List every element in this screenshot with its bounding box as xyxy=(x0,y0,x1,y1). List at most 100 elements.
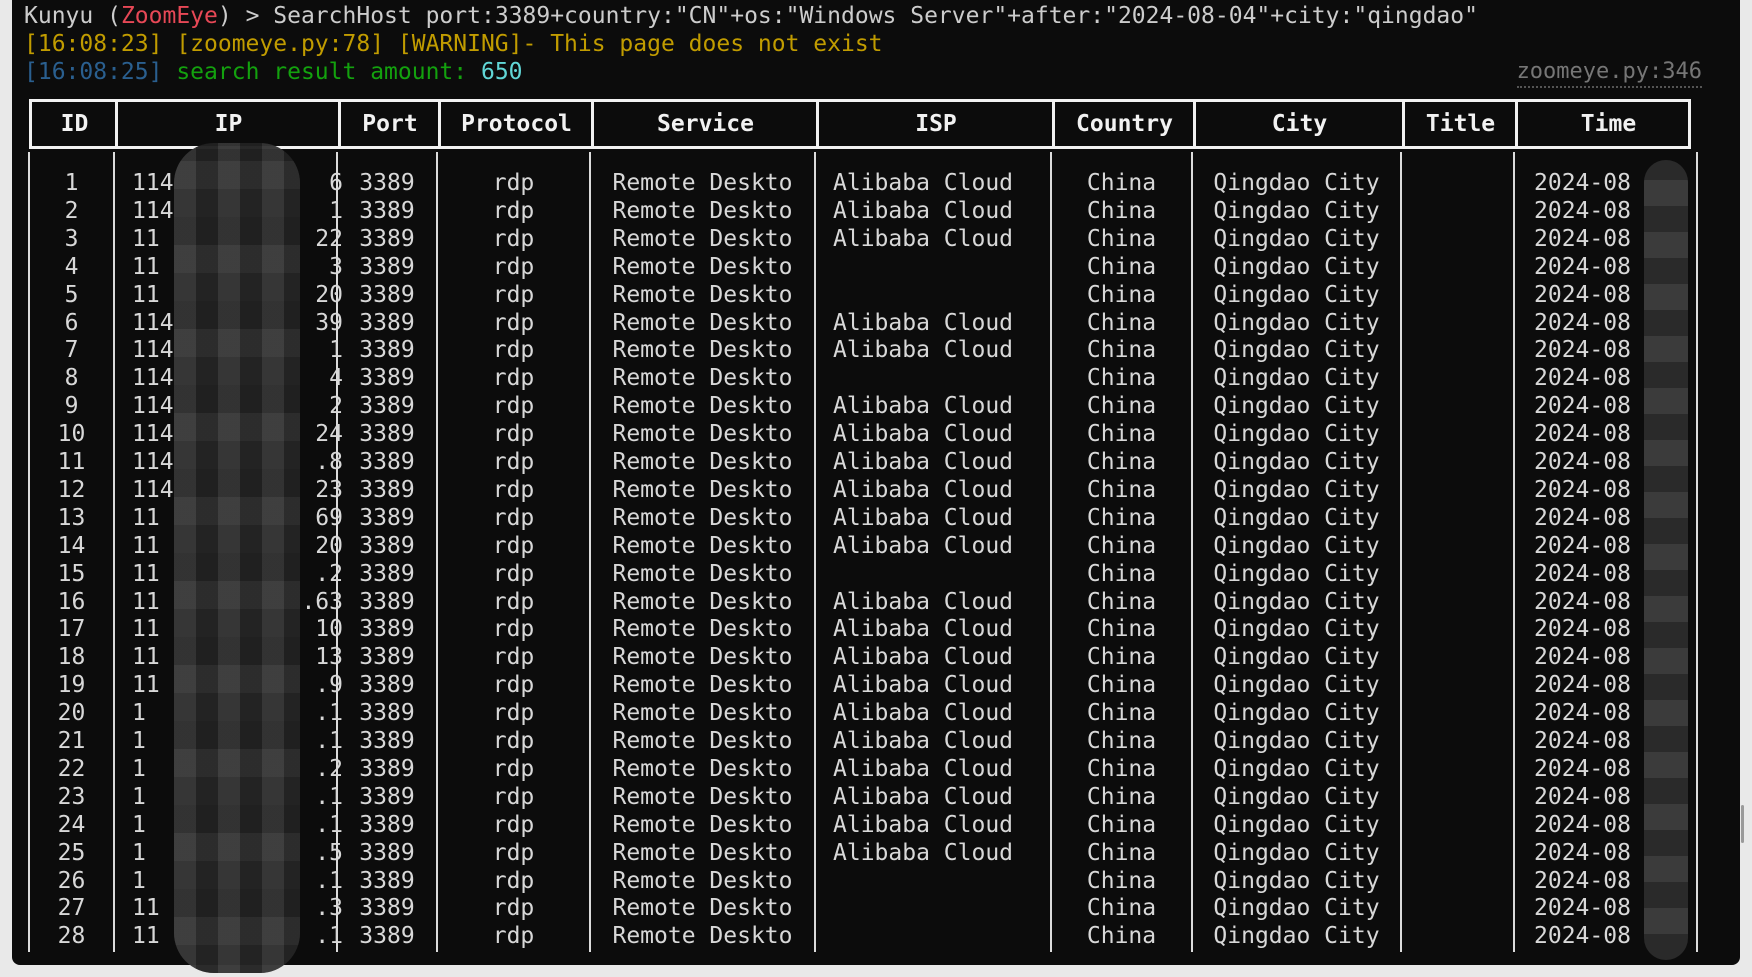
header-divider xyxy=(1402,102,1405,146)
cell-port: 3389 xyxy=(359,225,415,252)
cell-country: China xyxy=(1086,755,1157,782)
cell-isp: Alibaba Cloud xyxy=(833,728,1014,754)
cell-service: Remote Deskto xyxy=(612,225,793,252)
cell-city: Qingdao City xyxy=(1213,560,1380,587)
cell-country: China xyxy=(1086,783,1157,810)
cell-port: 3389 xyxy=(359,532,415,559)
cell-city: Qingdao City xyxy=(1213,783,1380,810)
prompt-brand: ZoomEye xyxy=(120,3,218,29)
cell-port: 3389 xyxy=(359,476,415,503)
cell-id: 16 xyxy=(57,588,86,615)
cell-time: 2024-08 xyxy=(1534,393,1631,420)
cell-city: Qingdao City xyxy=(1213,532,1380,559)
scrollbar[interactable] xyxy=(1741,805,1744,843)
cell-ip-prefix: 114 xyxy=(132,337,174,364)
cell-service: Remote Deskto xyxy=(612,504,793,531)
cell-service: Remote Deskto xyxy=(612,755,793,782)
cell-id: 1 xyxy=(64,170,79,196)
cell-protocol: rdp xyxy=(492,728,535,754)
cell-ip-prefix: 11 xyxy=(132,644,160,671)
cell-country: China xyxy=(1086,672,1157,699)
cell-port: 3389 xyxy=(359,923,415,950)
table-header: ID IP Port Protocol Service ISP Country City Tit… xyxy=(29,99,1691,149)
cell-service: Remote Deskto xyxy=(612,728,793,754)
cell-time: 2024-08 xyxy=(1534,728,1631,754)
cell-isp: Alibaba Cloud xyxy=(833,755,1014,782)
cell-country: China xyxy=(1086,811,1157,838)
cell-protocol: rdp xyxy=(492,644,535,671)
cell-protocol: rdp xyxy=(492,421,535,448)
cell-city: Qingdao City xyxy=(1213,281,1380,308)
cell-port: 3389 xyxy=(359,560,415,587)
cell-ip-prefix: 114 xyxy=(132,197,174,224)
cell-port: 3389 xyxy=(359,421,415,448)
cell-service: Remote Deskto xyxy=(612,560,793,587)
header-divider xyxy=(816,102,819,146)
cell-protocol: rdp xyxy=(492,337,535,364)
cell-id: 27 xyxy=(57,895,86,922)
cell-country: China xyxy=(1086,476,1157,503)
cell-isp: Alibaba Cloud xyxy=(833,532,1014,559)
cell-time: 2024-08 xyxy=(1534,839,1631,866)
cell-protocol: rdp xyxy=(492,365,535,392)
cell-country: China xyxy=(1086,644,1157,671)
cell-city: Qingdao City xyxy=(1213,811,1380,838)
cell-id: 6 xyxy=(64,309,79,336)
cell-country: China xyxy=(1086,421,1157,448)
cell-country: China xyxy=(1086,839,1157,866)
cell-ip-prefix: 114 xyxy=(132,421,174,448)
cell-service: Remote Deskto xyxy=(612,839,793,866)
cell-service: Remote Deskto xyxy=(612,644,793,671)
cell-time: 2024-08 xyxy=(1534,783,1631,810)
cell-city: Qingdao City xyxy=(1213,895,1380,922)
cell-port: 3389 xyxy=(359,504,415,531)
cell-country: China xyxy=(1086,197,1157,224)
cell-ip-prefix: 114 xyxy=(132,449,174,475)
cell-isp: Alibaba Cloud xyxy=(833,700,1014,727)
cell-port: 3389 xyxy=(359,672,415,699)
cell-isp: Alibaba Cloud xyxy=(833,337,1014,364)
cell-time: 2024-08 xyxy=(1534,504,1631,531)
source-link[interactable]: zoomeye.py:346 xyxy=(1516,58,1702,88)
cell-port: 3389 xyxy=(359,337,415,364)
cell-protocol: rdp xyxy=(492,449,535,475)
cell-id: 19 xyxy=(57,672,86,699)
cell-protocol: rdp xyxy=(492,253,535,280)
cell-isp: Alibaba Cloud xyxy=(833,393,1014,420)
cell-isp: Alibaba Cloud xyxy=(833,225,1014,252)
cell-id: 11 xyxy=(57,449,86,475)
cell-service: Remote Deskto xyxy=(612,365,793,392)
cell-country: China xyxy=(1086,923,1157,950)
cell-ip-prefix: 11 xyxy=(132,616,160,643)
cell-protocol: rdp xyxy=(492,588,535,615)
cell-service: Remote Deskto xyxy=(612,867,793,894)
cell-id: 4 xyxy=(64,253,79,280)
cell-id: 26 xyxy=(57,867,86,894)
cell-isp: Alibaba Cloud xyxy=(833,197,1014,224)
cell-ip-prefix: 1 xyxy=(132,728,146,754)
cell-isp: Alibaba Cloud xyxy=(833,644,1014,671)
cell-protocol: rdp xyxy=(492,225,535,252)
cell-port: 3389 xyxy=(359,197,415,224)
cell-country: China xyxy=(1086,170,1157,196)
cell-country: China xyxy=(1086,560,1157,587)
cell-time: 2024-08 xyxy=(1534,476,1631,503)
cell-ip-prefix: 11 xyxy=(132,923,160,950)
header-divider xyxy=(1515,102,1518,146)
cell-country: China xyxy=(1086,588,1157,615)
cell-city: Qingdao City xyxy=(1213,253,1380,280)
cell-city: Qingdao City xyxy=(1213,672,1380,699)
cell-port: 3389 xyxy=(359,895,415,922)
cell-port: 3389 xyxy=(359,700,415,727)
cell-service: Remote Deskto xyxy=(612,616,793,643)
cell-time: 2024-08 xyxy=(1534,281,1631,308)
cell-time: 2024-08 xyxy=(1534,365,1631,392)
cell-id: 20 xyxy=(57,700,86,727)
cell-protocol: rdp xyxy=(492,672,535,699)
cell-city: Qingdao City xyxy=(1213,504,1380,531)
cell-port: 3389 xyxy=(359,393,415,420)
terminal-window: Kunyu (ZoomEye) > SearchHost port:3389+c… xyxy=(12,0,1744,973)
cell-ip-prefix: 114 xyxy=(132,393,174,420)
cell-city: Qingdao City xyxy=(1213,923,1380,950)
cell-time: 2024-08 xyxy=(1534,337,1631,364)
